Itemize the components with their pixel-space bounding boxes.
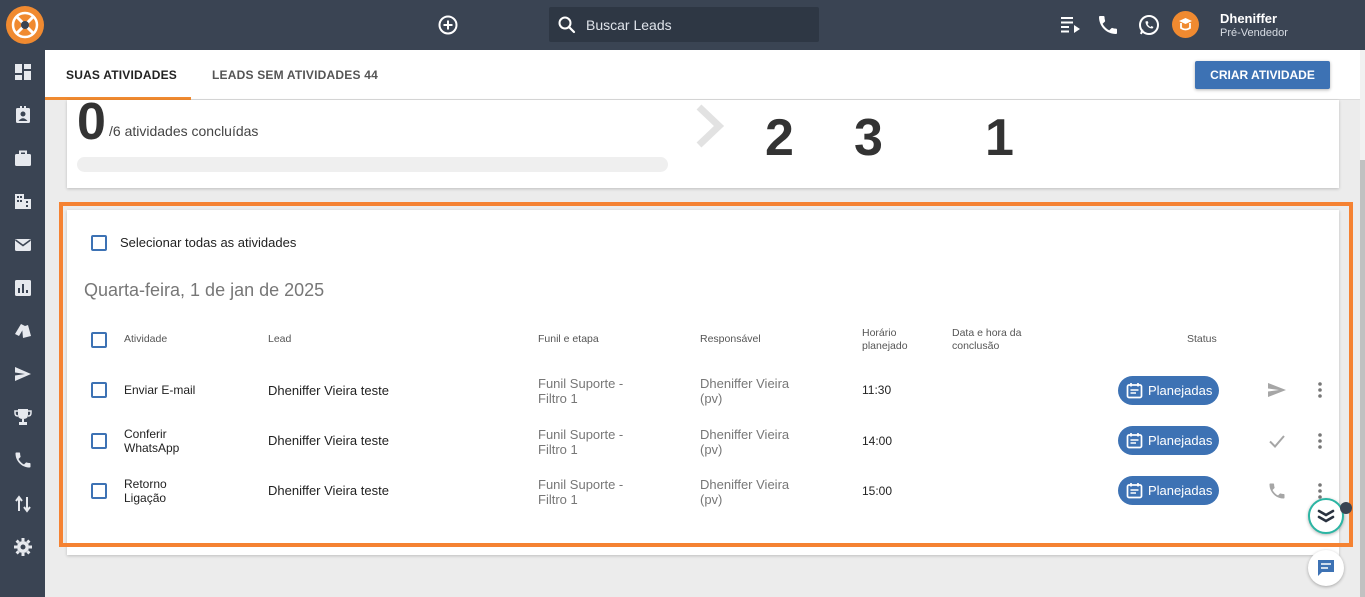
tab-leads-without-activities[interactable]: LEADS SEM ATIVIDADES 44 [212, 50, 378, 100]
floating-widget-button[interactable] [1308, 498, 1352, 534]
add-circle-icon[interactable] [437, 14, 459, 36]
transfer-icon[interactable] [13, 494, 33, 514]
mail-icon[interactable] [13, 235, 33, 255]
progress-bar [77, 157, 668, 172]
create-activity-button[interactable]: CRIAR ATIVIDADE [1195, 61, 1330, 89]
user-name[interactable]: Dheniffer [1220, 11, 1277, 26]
tab-bar: SUAS ATIVIDADES LEADS SEM ATIVIDADES 44 … [45, 50, 1360, 100]
chevron-right-icon [696, 104, 725, 148]
send-icon[interactable] [13, 364, 33, 384]
tab-your-activities[interactable]: SUAS ATIVIDADES [45, 50, 191, 100]
playlist-icon[interactable] [1058, 13, 1082, 37]
dashboard-icon[interactable] [13, 62, 33, 82]
highlight-frame [59, 202, 1353, 547]
search-icon [558, 16, 576, 34]
tags-icon[interactable] [13, 321, 33, 341]
whatsapp-icon[interactable] [1137, 13, 1161, 37]
summary-card: 0 /6 atividades concluídas 2 3 1 [67, 93, 1339, 188]
building-icon[interactable] [13, 191, 33, 211]
stat-overdue: 2 [765, 109, 794, 167]
stat-upcoming: 1 [985, 109, 1014, 167]
search-input[interactable] [586, 7, 811, 42]
avatar[interactable] [1172, 11, 1199, 38]
briefcase-icon[interactable] [13, 148, 33, 168]
chat-button[interactable] [1308, 550, 1344, 586]
contacts-icon[interactable] [13, 105, 33, 125]
notification-dot [1340, 502, 1352, 514]
chat-icon [1318, 560, 1334, 576]
user-role: Pré-Vendedor [1220, 27, 1288, 39]
collapse-icon [1317, 509, 1335, 523]
sidebar [0, 50, 45, 597]
stat-today: 3 [854, 109, 883, 167]
top-bar: Dheniffer Pré-Vendedor [0, 0, 1365, 50]
completed-count: 0 [77, 93, 106, 151]
app-logo[interactable] [6, 6, 44, 44]
trophy-icon[interactable] [13, 407, 33, 427]
scrollbar[interactable] [1360, 50, 1365, 597]
phone-icon[interactable] [13, 450, 33, 470]
completed-label: /6 atividades concluídas [109, 123, 259, 139]
scrollbar-thumb[interactable] [1360, 160, 1365, 597]
settings-icon[interactable] [13, 537, 33, 557]
reports-icon[interactable] [13, 278, 33, 298]
search-box[interactable] [549, 7, 819, 42]
phone-icon[interactable] [1096, 13, 1120, 37]
